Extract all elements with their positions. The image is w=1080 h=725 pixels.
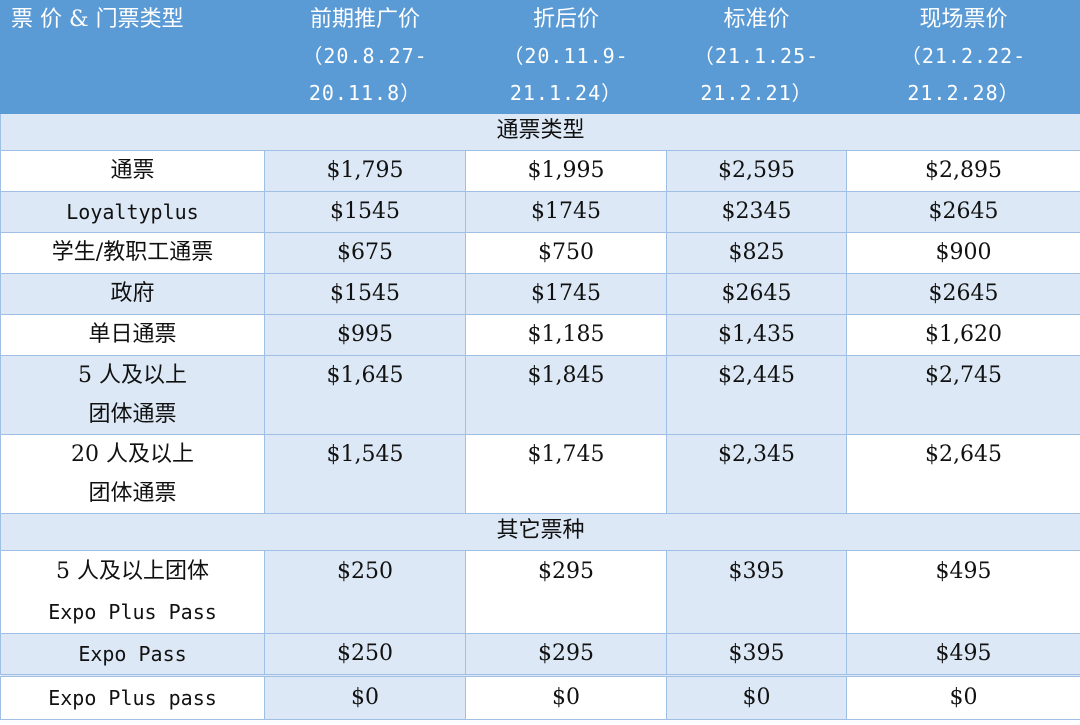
price-cell: $2,745 bbox=[846, 355, 1080, 435]
pricing-table-page: 票 价 & 门票类型 前期推广价 （20.8.27- 20.11.8） 折后价 … bbox=[0, 0, 1080, 725]
table-row: Expo Pass $250 $295 $395 $495 bbox=[0, 633, 1080, 676]
row-label: 5 人及以上团体 Expo Plus Pass bbox=[0, 550, 265, 634]
price-cell: $1,745 bbox=[465, 434, 667, 514]
price-cell: $495 bbox=[846, 633, 1080, 676]
header-onsite-price: 现场票价 （21.2.22- 21.2.28） bbox=[846, 0, 1080, 114]
price-cell: $1,845 bbox=[465, 355, 667, 435]
price-cell: $1,620 bbox=[846, 314, 1080, 356]
price-cell: $2,345 bbox=[666, 434, 847, 514]
table-row: 学生/教职工通票 $675 $750 $825 $900 bbox=[0, 232, 1080, 274]
price-cell: $0 bbox=[666, 674, 847, 720]
header-standard-price: 标准价 （21.1.25- 21.2.21） bbox=[666, 0, 847, 114]
price-cell: $0 bbox=[465, 674, 667, 720]
table-row: 单日通票 $995 $1,185 $1,435 $1,620 bbox=[0, 314, 1080, 356]
price-cell: $825 bbox=[666, 232, 847, 274]
price-cell: $1,185 bbox=[465, 314, 667, 356]
ticket-price-table: 票 价 & 门票类型 前期推广价 （20.8.27- 20.11.8） 折后价 … bbox=[0, 0, 1080, 720]
price-cell: $1545 bbox=[264, 273, 466, 315]
row-label: 5 人及以上 团体通票 bbox=[0, 355, 265, 435]
price-cell: $2645 bbox=[666, 273, 847, 315]
price-cell: $295 bbox=[465, 550, 667, 634]
row-label: 20 人及以上 团体通票 bbox=[0, 434, 265, 514]
section-title: 通票类型 bbox=[0, 113, 1080, 151]
row-label: Loyaltyplus bbox=[0, 191, 265, 233]
table-row: 5 人及以上团体 Expo Plus Pass $250 $295 $395 $… bbox=[0, 550, 1080, 634]
price-cell: $750 bbox=[465, 232, 667, 274]
row-label: 学生/教职工通票 bbox=[0, 232, 265, 274]
header-row: 票 价 & 门票类型 前期推广价 （20.8.27- 20.11.8） 折后价 … bbox=[0, 0, 1080, 114]
price-cell: $1,795 bbox=[264, 150, 466, 192]
section-title: 其它票种 bbox=[0, 513, 1080, 551]
price-cell: $2,895 bbox=[846, 150, 1080, 192]
price-cell: $295 bbox=[465, 633, 667, 676]
row-label: Expo Pass bbox=[0, 633, 265, 676]
price-cell: $395 bbox=[666, 550, 847, 634]
price-cell: $0 bbox=[264, 674, 466, 720]
table-row: 政府 $1545 $1745 $2645 $2645 bbox=[0, 273, 1080, 315]
price-cell: $2645 bbox=[846, 273, 1080, 315]
table-row: Loyaltyplus $1545 $1745 $2345 $2645 bbox=[0, 191, 1080, 233]
row-label: 单日通票 bbox=[0, 314, 265, 356]
table-row: Expo Plus pass $0 $0 $0 $0 bbox=[0, 674, 1080, 720]
price-cell: $1,545 bbox=[264, 434, 466, 514]
price-cell: $2,645 bbox=[846, 434, 1080, 514]
price-cell: $250 bbox=[264, 633, 466, 676]
section-row-pass-types: 通票类型 bbox=[0, 113, 1080, 151]
price-cell: $1745 bbox=[465, 273, 667, 315]
row-label: 政府 bbox=[0, 273, 265, 315]
table-row: 5 人及以上 团体通票 $1,645 $1,845 $2,445 $2,745 bbox=[0, 355, 1080, 435]
price-cell: $495 bbox=[846, 550, 1080, 634]
price-cell: $995 bbox=[264, 314, 466, 356]
price-cell: $1,645 bbox=[264, 355, 466, 435]
price-cell: $395 bbox=[666, 633, 847, 676]
row-label: Expo Plus pass bbox=[0, 674, 265, 720]
header-discount-price: 折后价 （20.11.9- 21.1.24） bbox=[465, 0, 667, 114]
price-cell: $2345 bbox=[666, 191, 847, 233]
section-row-other-types: 其它票种 bbox=[0, 513, 1080, 551]
price-cell: $1,435 bbox=[666, 314, 847, 356]
price-cell: $2645 bbox=[846, 191, 1080, 233]
price-cell: $900 bbox=[846, 232, 1080, 274]
price-cell: $675 bbox=[264, 232, 466, 274]
price-cell: $1,995 bbox=[465, 150, 667, 192]
price-cell: $1745 bbox=[465, 191, 667, 233]
price-cell: $2,445 bbox=[666, 355, 847, 435]
header-early-price: 前期推广价 （20.8.27- 20.11.8） bbox=[264, 0, 466, 114]
row-label: 通票 bbox=[0, 150, 265, 192]
price-cell: $250 bbox=[264, 550, 466, 634]
header-ticket-type: 票 价 & 门票类型 bbox=[0, 0, 265, 114]
price-cell: $2,595 bbox=[666, 150, 847, 192]
table-row: 通票 $1,795 $1,995 $2,595 $2,895 bbox=[0, 150, 1080, 192]
price-cell: $1545 bbox=[264, 191, 466, 233]
table-row: 20 人及以上 团体通票 $1,545 $1,745 $2,345 $2,645 bbox=[0, 434, 1080, 514]
price-cell: $0 bbox=[846, 674, 1080, 720]
